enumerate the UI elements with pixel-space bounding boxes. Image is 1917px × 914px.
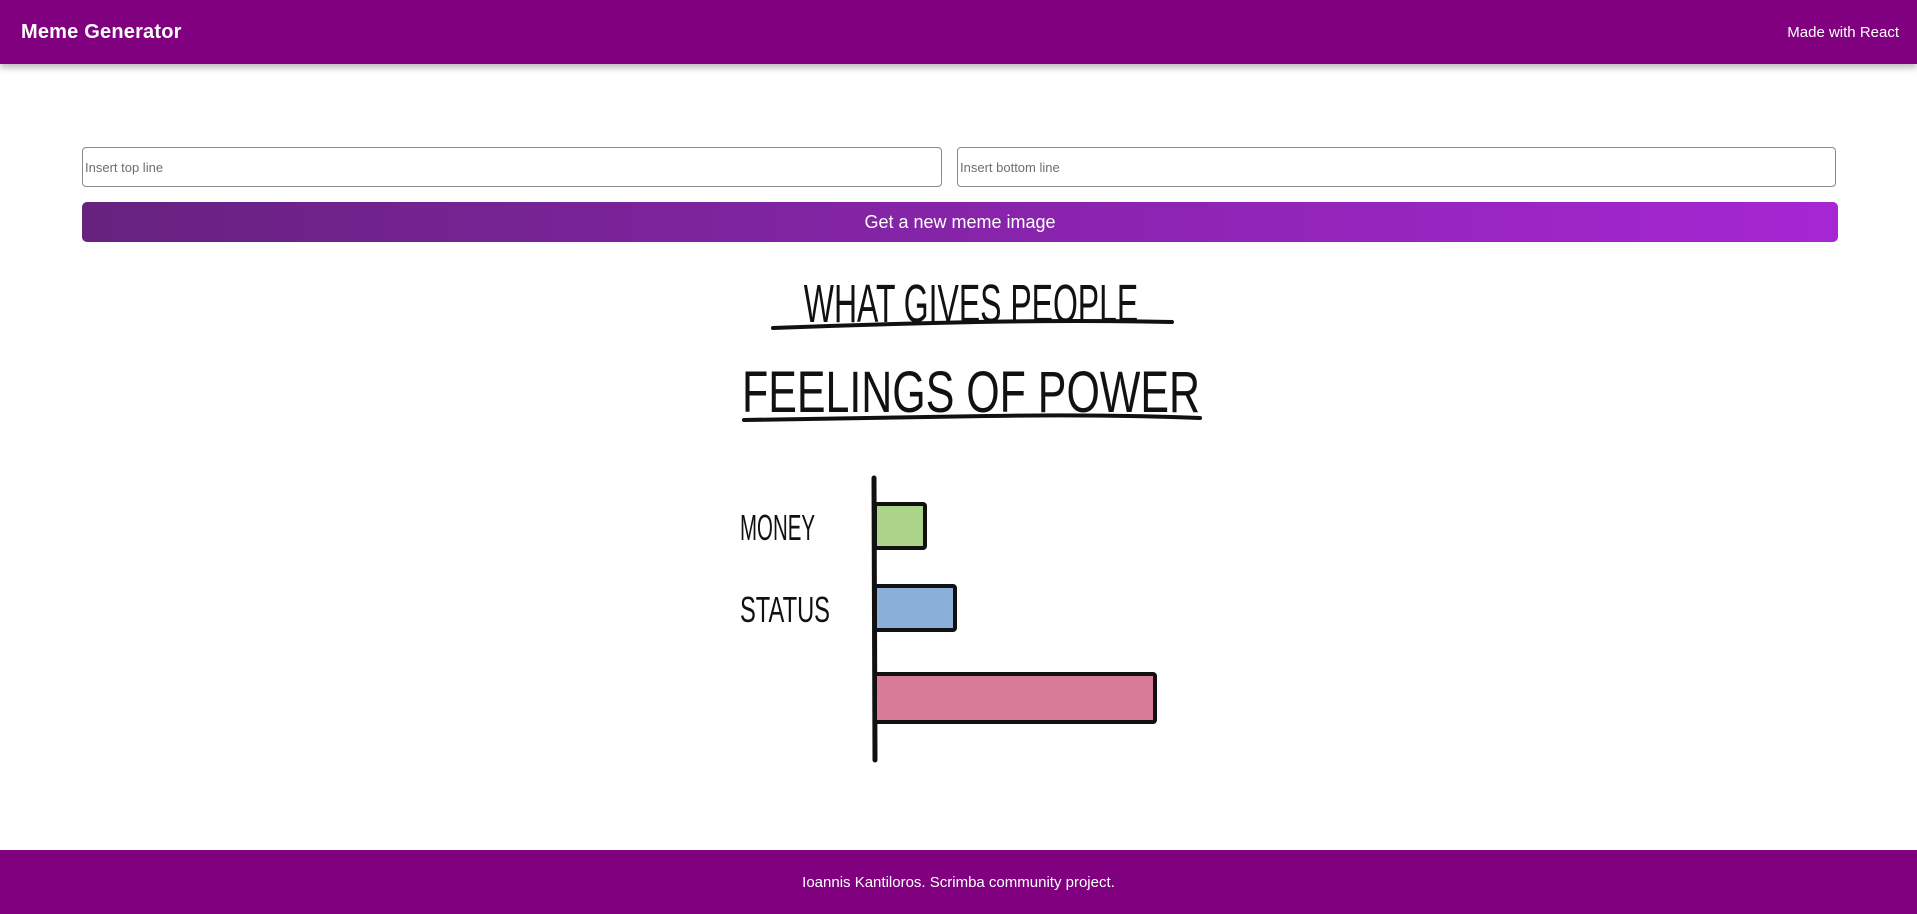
top-line-input[interactable] [82,147,942,187]
app-header: Meme Generator Made with React [0,0,1917,64]
meme-bar-label-status: STATUS [740,589,830,630]
footer-credit: Ioannis Kantiloros. Scrimba community pr… [802,873,1115,891]
made-with-react-label: Made with React [1787,23,1899,41]
meme-text-form [82,147,1836,187]
meme-bar-money [873,502,927,550]
app-footer: Ioannis Kantiloros. Scrimba community pr… [0,850,1917,914]
app-title: Meme Generator [21,20,182,43]
meme-bar-status [873,584,957,632]
bottom-line-input[interactable] [957,147,1836,187]
meme-bar-power [873,672,1157,724]
meme-bar-label-money: MONEY [740,507,815,548]
get-new-meme-button[interactable]: Get a new meme image [82,202,1838,242]
meme-chart-bars: MONEY STATUS [740,502,1157,724]
meme-image-drawing: WHAT GIVES PEOPLE FEELINGS OF POWER MONE… [740,273,1202,763]
meme-image: WHAT GIVES PEOPLE FEELINGS OF POWER MONE… [727,252,1211,768]
